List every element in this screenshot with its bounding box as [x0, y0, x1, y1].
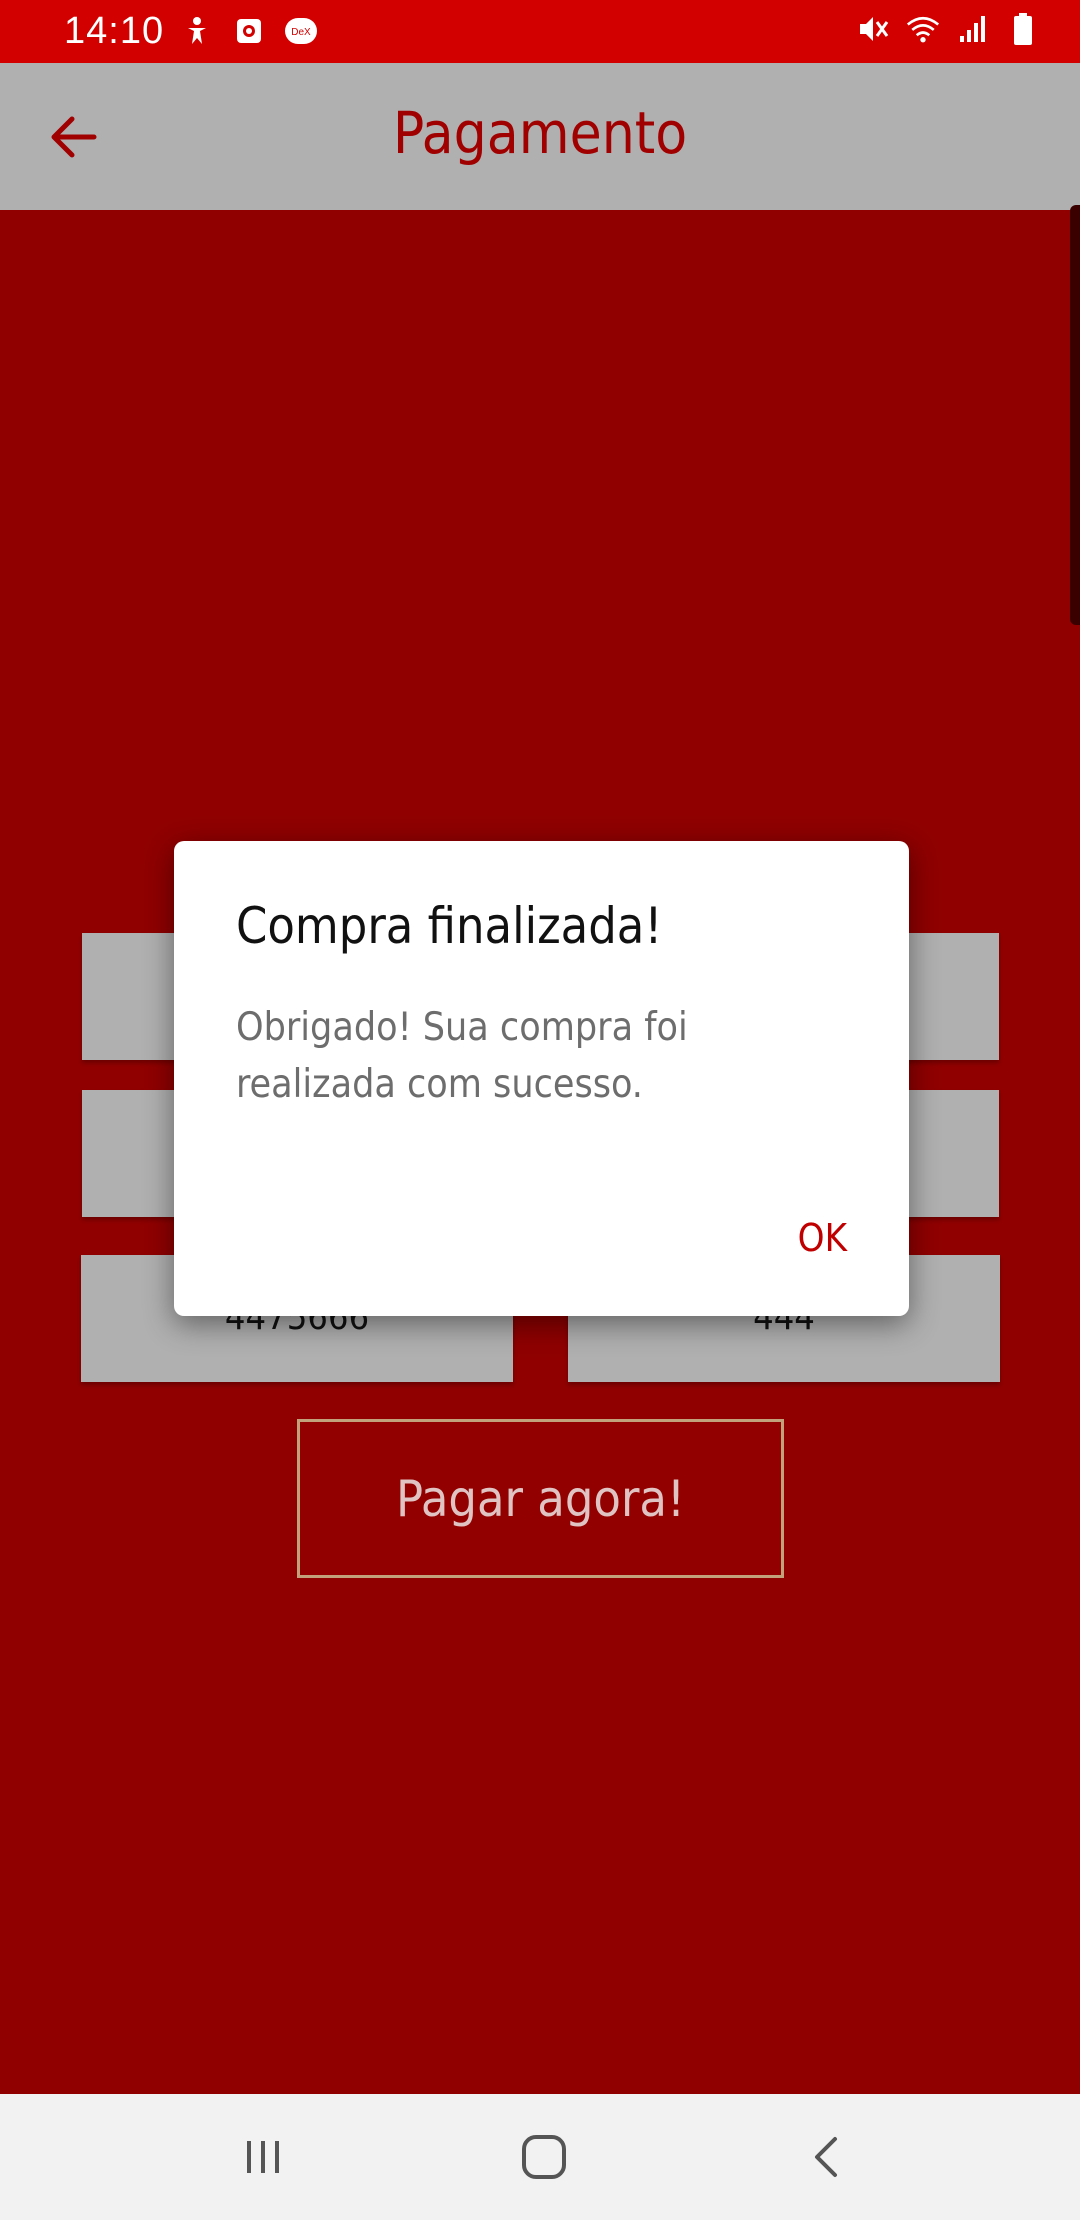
back-icon[interactable]: [792, 2124, 862, 2190]
ok-button[interactable]: OK: [798, 1216, 847, 1260]
home-icon[interactable]: [509, 2124, 579, 2190]
purchase-complete-dialog: Compra finalizada! Obrigado! Sua compra …: [174, 841, 909, 1316]
system-nav-bar: [0, 2094, 1080, 2220]
dialog-title: Compra finalizada!: [236, 897, 663, 955]
dialog-message: Obrigado! Sua compra foi realizada com s…: [236, 1005, 688, 1107]
recent-apps-icon[interactable]: [228, 2124, 298, 2190]
